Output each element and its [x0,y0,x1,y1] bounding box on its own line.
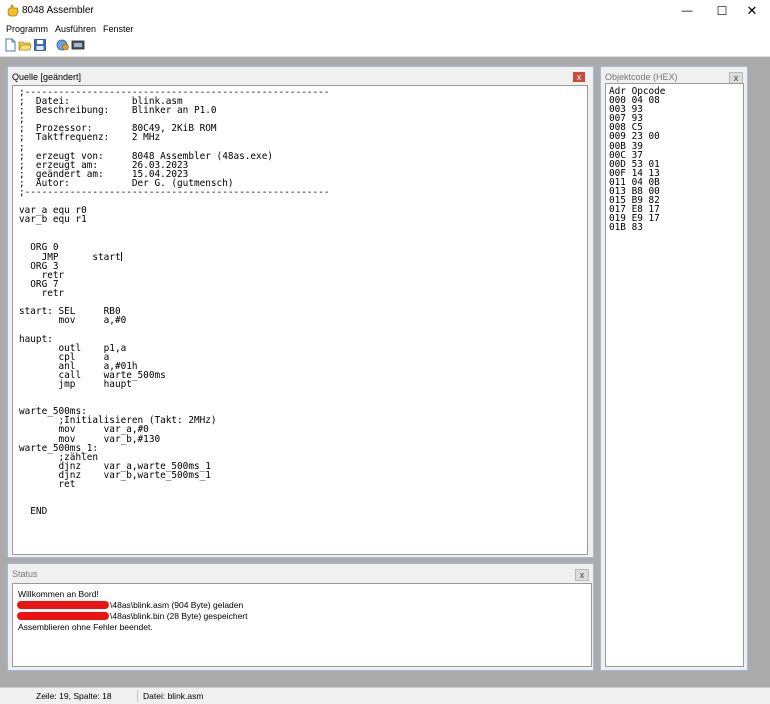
menu-programm[interactable]: Programm [6,24,48,34]
status-line: Willkommen an Bord! [18,589,99,599]
source-window-title: Quelle [geändert] [12,72,82,82]
status-line: Assemblieren ohne Fehler beendet. [18,622,153,632]
open-folder-icon[interactable] [18,38,32,52]
statusbar-separator [137,690,138,702]
cursor-position: Zeile: 19, Spalte: 18 [36,691,112,701]
close-icon: x [576,72,582,82]
save-icon[interactable] [33,38,47,52]
text-caret [120,251,122,261]
code-line: ;---------------------------------------… [19,187,330,199]
close-icon: x [579,570,585,580]
maximize-icon: ☐ [716,4,728,18]
menu-fenster[interactable]: Fenster [103,24,134,34]
redaction-mark [17,601,109,609]
minimize-button[interactable]: — [669,0,705,22]
window-title: 8048 Assembler [22,5,94,16]
status-window[interactable]: Status x Willkommen an Bord! \48as\blink… [7,563,594,671]
source-close-button[interactable]: x [573,72,585,82]
objectcode-window-title: Objektcode (HEX) [605,72,678,82]
code-line: var_b equ r1 [19,214,87,226]
close-icon: ✕ [746,3,758,18]
assemble-icon[interactable] [56,38,70,52]
status-window-title: Status [12,569,38,579]
code-line: END [19,506,48,518]
hand-icon [7,4,19,17]
close-button[interactable]: ✕ [734,0,770,22]
minimize-icon: — [681,5,693,17]
code-line: ; Beschreibung: Blinker an P1.0 [19,105,217,117]
code-line: ret [19,479,76,491]
source-window-header[interactable]: Quelle [geändert] x [8,67,593,85]
source-editor[interactable]: ;---------------------------------------… [12,85,588,555]
code-line: ; Taktfrequenz: 2 MHz [19,132,161,144]
mdi-workspace: Quelle [geändert] x ;-------------------… [0,57,770,687]
status-close-button[interactable]: x [575,569,589,581]
terminal-icon[interactable] [71,38,85,52]
status-line: \48as\blink.asm (904 Byte) geladen [110,600,244,610]
code-line: jmp haupt [19,379,132,390]
redaction-mark [17,612,109,620]
title-bar: 8048 Assembler — ☐ ✕ [0,0,770,22]
toolbar [0,36,770,57]
new-file-icon[interactable] [3,38,17,52]
objectcode-window[interactable]: Objektcode (HEX) x Adr Opcode 000 04 08 … [600,66,748,671]
menu-bar: Programm Ausführen Fenster [0,22,770,36]
menu-ausfuehren[interactable]: Ausführen [55,24,96,34]
objectcode-text: Adr Opcode 000 04 08 003 93 007 93 008 C… [609,87,665,233]
hex-line: 01B 83 [609,222,643,234]
source-code[interactable]: ;---------------------------------------… [19,88,330,518]
code-line: mov a,#0 [19,315,127,327]
code-line: retr [19,288,65,300]
close-icon: x [733,73,739,83]
status-output: Willkommen an Bord! \48as\blink.asm (904… [12,583,592,667]
objectcode-listing: Adr Opcode 000 04 08 003 93 007 93 008 C… [605,83,744,667]
source-window[interactable]: Quelle [geändert] x ;-------------------… [7,66,594,558]
current-file: Datei: blink.asm [143,691,204,701]
status-bar: Zeile: 19, Spalte: 18 Datei: blink.asm [0,687,770,704]
status-window-header[interactable]: Status x [8,564,593,582]
status-line: \48as\blink.bin (28 Byte) gespeichert [110,611,248,621]
